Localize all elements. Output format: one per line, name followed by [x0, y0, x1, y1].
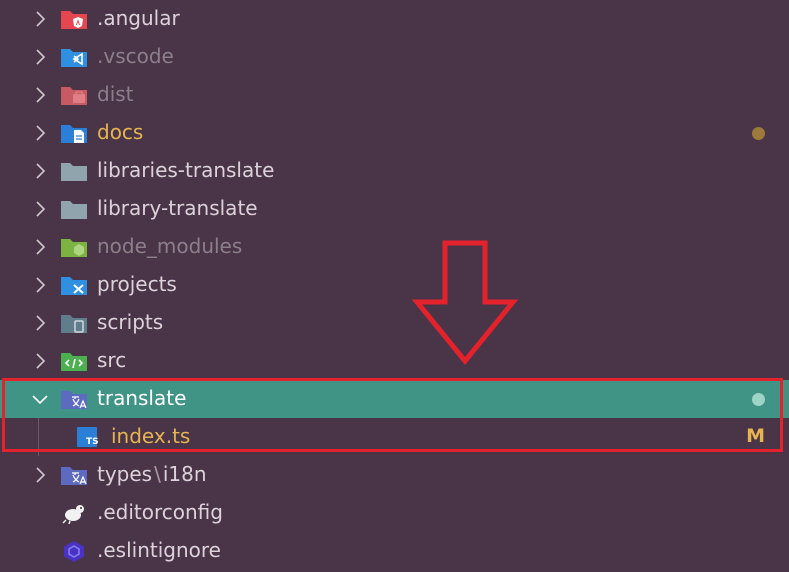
arrow-down-icon	[412, 240, 518, 365]
scripts-folder-icon	[61, 315, 87, 333]
tree-item-editorconfig[interactable]: .editorconfig	[0, 494, 789, 532]
chevron-right-icon[interactable]	[30, 237, 50, 257]
file-explorer-tree: .angular .vscode dist docs libraries-tra…	[0, 0, 789, 570]
tree-item-types-i18n[interactable]: types \ i18n	[0, 456, 789, 494]
tree-item-vscode[interactable]: .vscode	[0, 38, 789, 76]
chevron-right-icon[interactable]	[30, 275, 50, 295]
tree-item-library-translate[interactable]: library-translate	[0, 190, 789, 228]
tree-item-label: src	[97, 348, 127, 372]
git-modified-badge: M	[746, 425, 765, 447]
tree-item-eslintignore[interactable]: .eslintignore	[0, 532, 789, 570]
chevron-right-icon[interactable]	[30, 85, 50, 105]
tree-item-translate[interactable]: translate	[0, 380, 789, 418]
tree-item-label: node_modules	[97, 234, 243, 258]
tree-item-label: libraries-translate	[97, 158, 275, 182]
tree-item-node-modules[interactable]: node_modules	[0, 228, 789, 266]
editorconfig-file-icon	[62, 505, 84, 524]
translate-folder-icon	[61, 467, 87, 485]
tree-item-label-part: i18n	[162, 462, 207, 486]
vscode-folder-icon	[61, 49, 87, 67]
tree-item-docs[interactable]: docs	[0, 114, 789, 152]
tree-item-label: .vscode	[97, 44, 174, 68]
tree-item-label: .angular	[97, 6, 180, 30]
projects-folder-icon	[61, 277, 87, 295]
tree-item-label: library-translate	[97, 196, 258, 220]
tree-item-dist[interactable]: dist	[0, 76, 789, 114]
angular-folder-icon	[61, 11, 87, 29]
chevron-right-icon[interactable]	[30, 351, 50, 371]
tree-item-projects[interactable]: projects	[0, 266, 789, 304]
tree-item-label: types \ i18n	[97, 462, 207, 486]
tree-item-label: .eslintignore	[97, 538, 221, 562]
src-folder-icon	[61, 353, 87, 371]
dist-folder-icon	[61, 87, 87, 105]
tree-item-index-ts[interactable]: TS index.ts M	[0, 418, 789, 456]
chevron-right-icon[interactable]	[30, 161, 50, 181]
git-status-dot	[752, 127, 765, 140]
folder-icon	[61, 201, 87, 219]
tree-item-label: projects	[97, 272, 177, 296]
tree-item-label: translate	[97, 386, 187, 410]
git-status-dot	[752, 393, 765, 406]
chevron-right-icon[interactable]	[30, 123, 50, 143]
chevron-right-icon[interactable]	[30, 313, 50, 333]
eslint-file-icon	[64, 541, 84, 562]
docs-folder-icon	[61, 125, 87, 143]
node-folder-icon	[61, 239, 87, 257]
chevron-right-icon[interactable]	[30, 465, 50, 485]
tree-item-label: scripts	[97, 310, 164, 334]
translate-folder-icon	[61, 391, 87, 409]
tree-item-label: docs	[97, 120, 144, 144]
svg-text:TS: TS	[86, 437, 98, 447]
tree-item-angular[interactable]: .angular	[0, 0, 789, 38]
tree-item-label: .editorconfig	[97, 500, 223, 524]
folder-icon	[61, 163, 87, 181]
tree-item-label: index.ts	[111, 424, 191, 448]
chevron-right-icon[interactable]	[30, 199, 50, 219]
tree-item-src[interactable]: src	[0, 342, 789, 380]
typescript-file-icon: TS	[77, 427, 98, 447]
path-separator: \	[154, 462, 161, 486]
tree-item-label-part: types	[97, 462, 153, 486]
chevron-right-icon[interactable]	[30, 47, 50, 67]
chevron-right-icon[interactable]	[30, 9, 50, 29]
chevron-down-icon[interactable]	[30, 389, 50, 409]
tree-item-label: dist	[97, 82, 134, 106]
tree-item-libraries-translate[interactable]: libraries-translate	[0, 152, 789, 190]
indent-guide	[38, 418, 39, 456]
tree-item-scripts[interactable]: scripts	[0, 304, 789, 342]
